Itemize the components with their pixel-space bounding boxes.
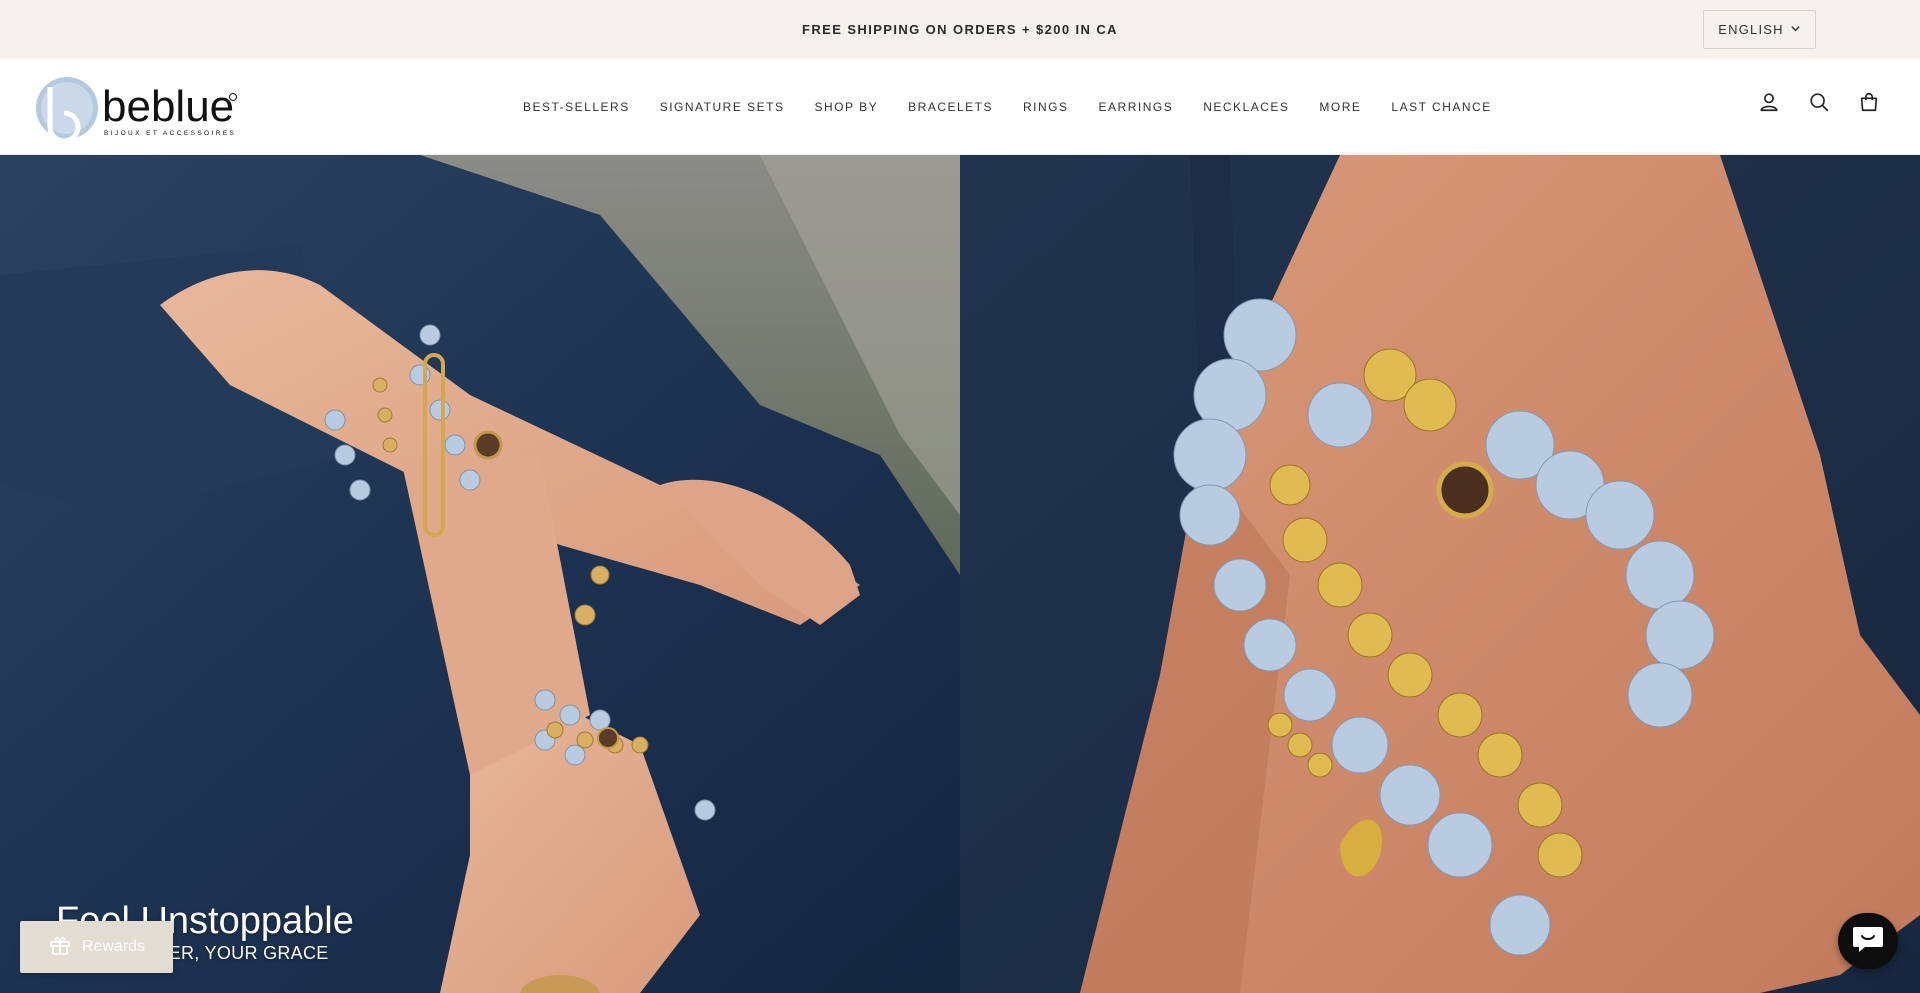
nav-necklaces[interactable]: NECKLACES [1188, 100, 1304, 114]
nav-more[interactable]: MORE [1304, 100, 1376, 114]
nav-last-chance[interactable]: LAST CHANCE [1376, 100, 1506, 114]
hero-image-right[interactable] [960, 155, 1920, 993]
nav-earrings[interactable]: EARRINGS [1084, 100, 1189, 114]
brand-logo[interactable]: beblue BIJOUX ET ACCESSOIRES [36, 73, 246, 144]
language-label: ENGLISH [1718, 22, 1784, 37]
nav-bracelets[interactable]: BRACELETS [893, 100, 1008, 114]
hero-banner: Feel Unstoppable , YOUR POWER, YOUR GRAC… [0, 155, 1920, 993]
search-icon[interactable] [1805, 88, 1833, 116]
announcement-bar: FREE SHIPPING ON ORDERS + $200 IN CA ENG… [0, 0, 1920, 59]
nav-best-sellers[interactable]: BEST-SELLERS [508, 100, 645, 114]
logo-graphic: beblue BIJOUX ET ACCESSOIRES [36, 77, 237, 144]
gift-icon [48, 933, 72, 962]
site-header: beblue BIJOUX ET ACCESSOIRES BEST-SELLER… [0, 59, 1920, 155]
bracelet-stack-closeup-photo [960, 155, 1920, 993]
nav-signature-sets[interactable]: SIGNATURE SETS [645, 100, 800, 114]
nav-rings[interactable]: RINGS [1008, 100, 1084, 114]
account-icon[interactable] [1755, 88, 1783, 116]
language-selector[interactable]: ENGLISH [1703, 10, 1816, 49]
chat-button[interactable] [1838, 913, 1898, 969]
announcement-text: FREE SHIPPING ON ORDERS + $200 IN CA [802, 22, 1118, 37]
rewards-button[interactable]: Rewards [20, 921, 173, 973]
svg-text:beblue: beblue [102, 82, 234, 131]
bracelets-on-wrists-photo [0, 155, 960, 993]
hero-image-left[interactable] [0, 155, 960, 993]
rewards-label: Rewards [81, 938, 146, 955]
chat-icon [1851, 924, 1885, 959]
header-actions [1755, 88, 1883, 116]
cart-icon[interactable] [1855, 88, 1883, 116]
nav-shop-by[interactable]: SHOP BY [800, 100, 894, 114]
main-navigation: BEST-SELLERS SIGNATURE SETS SHOP BY BRAC… [508, 59, 1507, 155]
chevron-down-icon [1790, 22, 1801, 37]
svg-text:BIJOUX ET ACCESSOIRES: BIJOUX ET ACCESSOIRES [104, 130, 236, 137]
